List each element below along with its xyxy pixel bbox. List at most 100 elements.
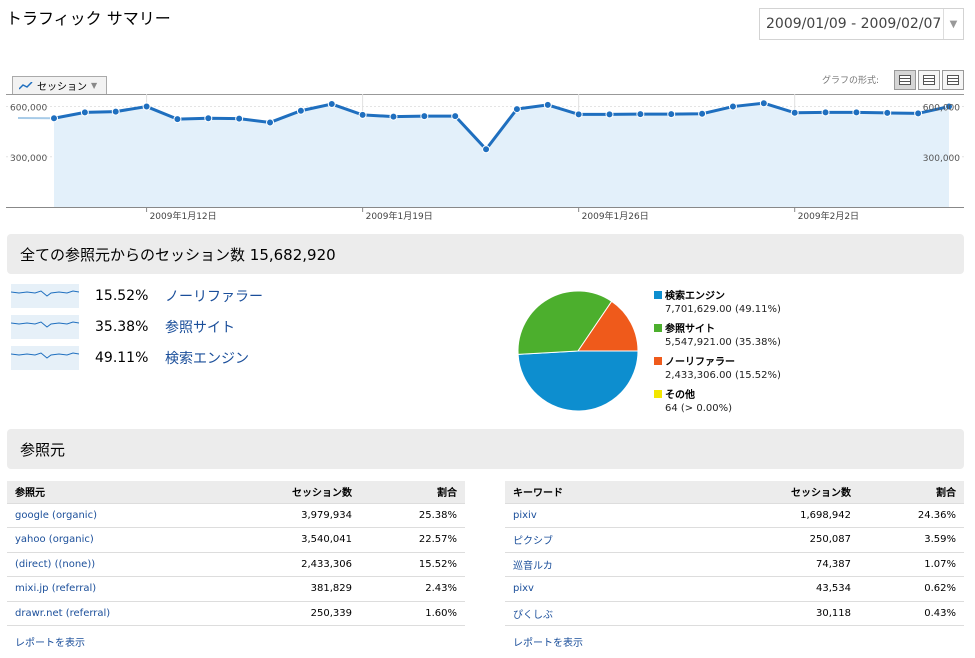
row-sessions: 3,540,041: [237, 527, 360, 553]
data-point[interactable]: [605, 110, 614, 119]
graph-mode-button-2[interactable]: [918, 70, 940, 90]
row-share: 2.43%: [360, 576, 465, 602]
legend-name: 参照サイト: [665, 324, 715, 335]
table-row: pixiv 1,698,942 24.36%: [505, 503, 964, 528]
data-point[interactable]: [142, 102, 151, 111]
data-point[interactable]: [235, 114, 244, 123]
col-header-share: 割合: [360, 481, 465, 504]
data-point[interactable]: [80, 108, 89, 117]
source-percent: 15.52%: [95, 288, 149, 304]
layout-icon: [947, 75, 959, 85]
row-share: 0.62%: [859, 576, 964, 602]
data-point[interactable]: [574, 110, 583, 119]
sparkline: [10, 315, 80, 339]
date-range-picker[interactable]: 2009/01/09 - 2009/02/07 ▼: [759, 8, 964, 40]
table-row: ピクシブ 250,087 3.59%: [505, 527, 964, 553]
legend-name: ノーリファラー: [665, 357, 735, 368]
row-label-link[interactable]: pixiv: [505, 503, 735, 528]
sessions-chart: 2009年1月12日 2009年1月19日 2009年1月26日 2009年2月2日 6…: [6, 94, 964, 222]
table-header-row: 参照元 セッション数 割合: [7, 481, 465, 504]
data-point[interactable]: [698, 109, 707, 118]
sparkline: [10, 346, 80, 370]
data-point[interactable]: [821, 108, 830, 117]
row-label-link[interactable]: (direct) ((none)): [7, 552, 237, 577]
source-link[interactable]: ノーリファラー: [165, 286, 263, 306]
legend-swatch: [654, 324, 662, 332]
graph-mode-button-1[interactable]: [894, 70, 916, 90]
data-point[interactable]: [173, 115, 182, 124]
y-axis-label: 300,000: [10, 154, 47, 164]
data-point[interactable]: [852, 108, 861, 117]
row-label-link[interactable]: ピクシブ: [505, 527, 735, 553]
data-point[interactable]: [728, 102, 737, 111]
row-sessions: 381,829: [237, 576, 360, 602]
table-row: ぴくしぶ 30,118 0.43%: [505, 601, 964, 626]
source-link[interactable]: 参照サイト: [165, 317, 235, 337]
legend-item: その他 64 (> 0.00%): [654, 386, 732, 414]
legend-swatch: [654, 357, 662, 365]
table-row: drawr.net (referral) 250,339 1.60%: [7, 601, 465, 626]
legend-item: ノーリファラー 2,433,306.00 (15.52%): [654, 353, 781, 381]
data-point[interactable]: [790, 108, 799, 117]
y-axis-label-right: 600,000: [923, 104, 960, 114]
sources-pie-chart: [517, 290, 639, 412]
data-point[interactable]: [914, 109, 923, 118]
graph-mode-button-3[interactable]: [942, 70, 964, 90]
data-point[interactable]: [759, 99, 768, 108]
data-point[interactable]: [204, 114, 213, 123]
x-tick-label: 2009年1月26日: [582, 210, 649, 222]
y-axis-label: 600,000: [10, 104, 47, 114]
row-label-link[interactable]: google (organic): [7, 503, 237, 528]
data-point[interactable]: [451, 112, 460, 121]
data-point[interactable]: [482, 145, 491, 154]
data-point[interactable]: [512, 105, 521, 114]
data-point[interactable]: [358, 110, 367, 119]
col-header-share: 割合: [859, 481, 964, 504]
row-share: 1.60%: [360, 601, 465, 626]
data-point[interactable]: [883, 108, 892, 117]
legend-swatch: [654, 291, 662, 299]
row-label-link[interactable]: yahoo (organic): [7, 527, 237, 553]
source-row: 15.52% ノーリファラー: [10, 284, 263, 308]
row-label-link[interactable]: drawr.net (referral): [7, 601, 237, 626]
data-point[interactable]: [389, 112, 398, 121]
legend-value: 7,701,629.00 (49.11%): [665, 304, 781, 315]
data-point[interactable]: [111, 107, 120, 116]
row-label-link[interactable]: mixi.jp (referral): [7, 576, 237, 602]
view-report-link-sources[interactable]: レポートを表示: [15, 634, 85, 649]
legend-value: 64 (> 0.00%): [665, 403, 733, 414]
source-link[interactable]: 検索エンジン: [165, 348, 249, 368]
row-label-link[interactable]: 巡音ルカ: [505, 552, 735, 577]
table-row: 巡音ルカ 74,387 1.07%: [505, 552, 964, 577]
chevron-down-icon[interactable]: ▼: [943, 9, 963, 39]
pie-slice[interactable]: [517, 350, 639, 412]
row-label-link[interactable]: ぴくしぶ: [505, 601, 735, 626]
data-point[interactable]: [266, 118, 275, 127]
row-sessions: 1,698,942: [735, 503, 859, 528]
row-sessions: 250,087: [735, 527, 859, 553]
source-row: 49.11% 検索エンジン: [10, 346, 249, 370]
metric-selector[interactable]: セッション ▼: [12, 76, 107, 94]
data-point[interactable]: [420, 112, 429, 121]
data-point[interactable]: [327, 100, 336, 109]
row-share: 25.38%: [360, 503, 465, 528]
legend-value: 5,547,921.00 (35.38%): [665, 337, 781, 348]
metric-selector-label: セッション: [37, 82, 87, 93]
view-report-link-keywords[interactable]: レポートを表示: [513, 634, 583, 649]
data-point[interactable]: [50, 114, 58, 123]
table-row: google (organic) 3,979,934 25.38%: [7, 503, 465, 528]
row-sessions: 30,118: [735, 601, 859, 626]
data-point[interactable]: [636, 110, 645, 119]
data-point[interactable]: [667, 110, 676, 119]
data-point[interactable]: [296, 106, 305, 115]
row-label-link[interactable]: pixv: [505, 576, 735, 602]
legend-value: 2,433,306.00 (15.52%): [665, 370, 781, 381]
chevron-down-icon: ▼: [91, 81, 98, 90]
col-header-keyword: キーワード: [505, 481, 735, 504]
col-header-sessions: セッション数: [735, 481, 859, 504]
x-tick-label: 2009年1月12日: [150, 210, 217, 222]
data-point[interactable]: [543, 100, 552, 109]
line-chart-icon: [19, 81, 33, 90]
page-title: トラフィック サマリー: [6, 9, 171, 28]
date-range-text: 2009/01/09 - 2009/02/07: [766, 16, 942, 32]
